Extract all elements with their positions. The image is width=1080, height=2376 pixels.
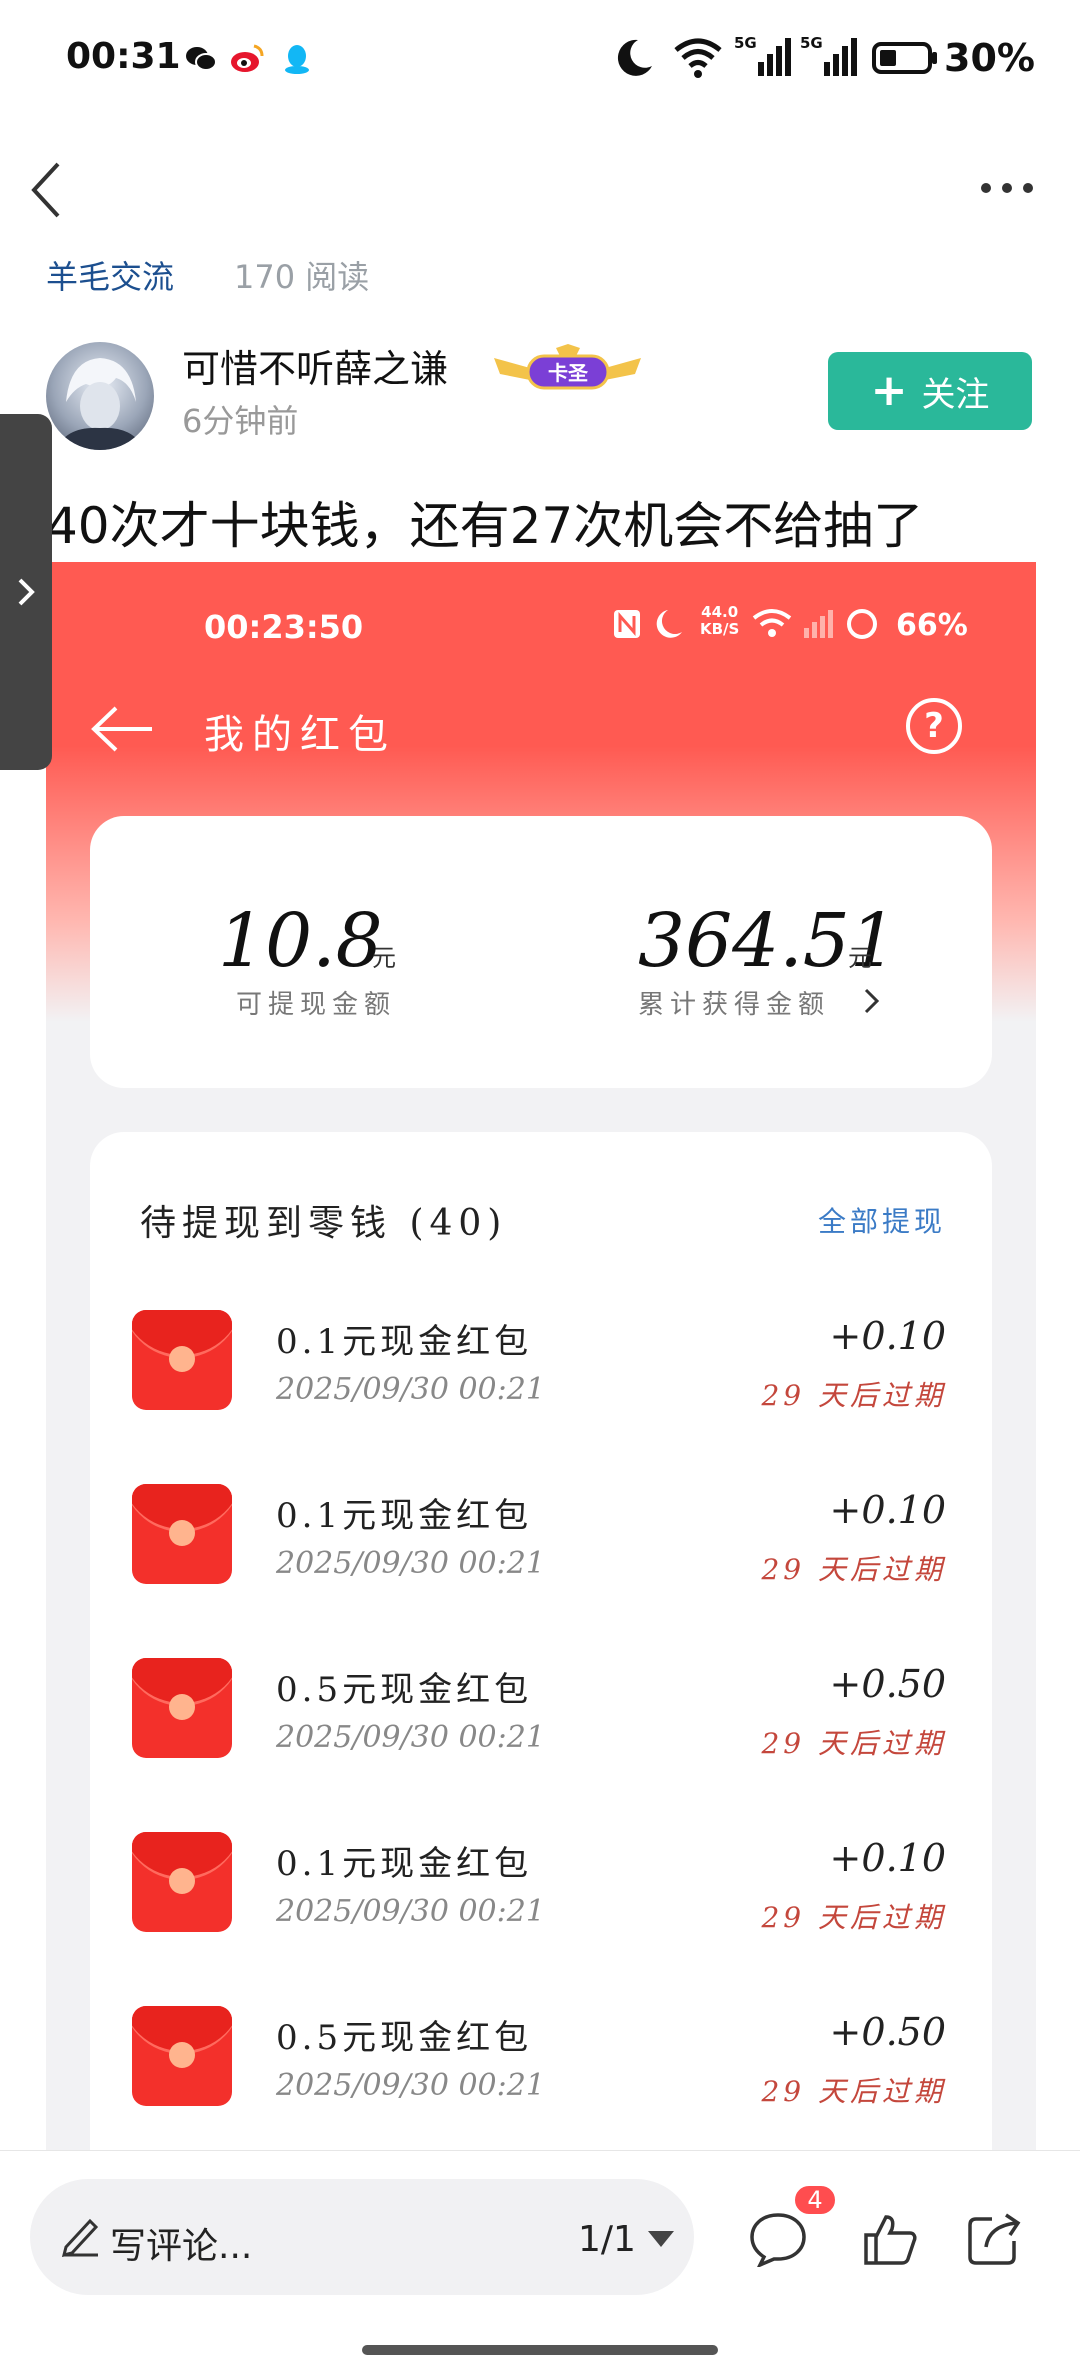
envelope-title: 0.5元现金红包 bbox=[276, 2018, 533, 2058]
inner-status-time: 00:23:50 bbox=[204, 608, 364, 646]
wifi-icon bbox=[674, 38, 722, 78]
post-time: 6分钟前 bbox=[182, 402, 299, 440]
red-envelope-icon bbox=[132, 1658, 232, 1758]
envelope-date: 2025/09/30 00:21 bbox=[276, 2068, 545, 2103]
page-indicator[interactable]: 1/1 bbox=[578, 2219, 636, 2260]
comment-placeholder: 写评论... bbox=[110, 2226, 253, 2267]
envelope-amount: +0.10 bbox=[829, 1488, 946, 1532]
envelope-date: 2025/09/30 00:21 bbox=[276, 1372, 545, 1407]
envelope-date: 2025/09/30 00:21 bbox=[276, 1546, 545, 1581]
badge-icon: 卡圣 bbox=[494, 344, 641, 390]
post-title: 40次才十块钱，还有27次机会不给抽了 bbox=[46, 497, 924, 555]
battery-icon bbox=[872, 42, 937, 74]
envelope-amount: +0.10 bbox=[829, 1836, 946, 1880]
comment-input[interactable]: 写评论... 1/1 bbox=[30, 2179, 694, 2295]
post-image[interactable]: 00:23:50 44.0 KB/S 66% 我的红包 ? 10.8 元 可提现… bbox=[46, 562, 1036, 2150]
follow-label: 关注 bbox=[921, 374, 990, 415]
envelope-row[interactable]: 0.1元现金红包 2025/09/30 00:21 +0.10 29 天后过期 bbox=[90, 1802, 992, 1978]
comment-icon[interactable] bbox=[748, 2211, 808, 2267]
svg-text:5G: 5G bbox=[800, 34, 823, 52]
envelope-expiry: 29 天后过期 bbox=[761, 1379, 946, 1412]
status-bar: 00:31 5G 5G 30% bbox=[0, 0, 1080, 120]
envelope-row[interactable]: 0.1元现金红包 2025/09/30 00:21 +0.10 29 天后过期 bbox=[90, 1454, 992, 1630]
bottom-action-bar: 写评论... 1/1 4 bbox=[0, 2150, 1080, 2376]
signal-icon-2: 5G bbox=[800, 34, 857, 76]
plus-icon: + bbox=[870, 365, 908, 416]
withdrawable-unit: 元 bbox=[372, 944, 396, 972]
chevron-right-icon[interactable] bbox=[862, 986, 882, 1016]
share-icon[interactable] bbox=[966, 2211, 1022, 2267]
envelope-title: 0.1元现金红包 bbox=[276, 1496, 533, 1536]
envelope-row[interactable]: 0.1元现金红包 2025/09/30 00:21 +0.10 29 天后过期 bbox=[90, 1280, 992, 1456]
avatar-image bbox=[56, 358, 144, 450]
signal-icon: 5G bbox=[734, 34, 791, 76]
pencil-icon bbox=[61, 2218, 99, 2257]
list-header: 待提现到零钱 (40) bbox=[140, 1203, 508, 1244]
author-name[interactable]: 可惜不听薛之谦 bbox=[182, 338, 448, 393]
envelope-title: 0.1元现金红包 bbox=[276, 1322, 533, 1362]
withdraw-all-link[interactable]: 全部提现 bbox=[818, 1200, 946, 1240]
total-earned-unit: 元 bbox=[848, 944, 872, 972]
envelope-expiry: 29 天后过期 bbox=[761, 2075, 946, 2108]
home-indicator[interactable] bbox=[362, 2345, 718, 2355]
envelope-title: 0.5元现金红包 bbox=[276, 1670, 533, 1710]
speed-value: 44.0 bbox=[701, 603, 739, 621]
more-icon[interactable] bbox=[980, 178, 1034, 198]
envelope-amount: +0.50 bbox=[829, 1662, 946, 1706]
weibo-icon bbox=[231, 44, 264, 72]
balance-summary-card: 10.8 元 可提现金额 364.51 元 累计获得金额 bbox=[90, 816, 992, 1088]
inner-status-bar: 00:23:50 44.0 KB/S 66% bbox=[46, 562, 1036, 662]
side-drawer-handle[interactable] bbox=[0, 414, 52, 770]
avatar[interactable] bbox=[46, 342, 154, 450]
inner-page-title: 我的红包 bbox=[204, 712, 396, 758]
read-count: 170 阅读 bbox=[234, 258, 370, 296]
topic-row: 羊毛交流 170 阅读 bbox=[46, 252, 369, 296]
speed-unit: KB/S bbox=[700, 620, 740, 638]
svg-text:5G: 5G bbox=[734, 34, 757, 52]
red-envelope-icon bbox=[132, 1484, 232, 1584]
help-icon[interactable]: ? bbox=[906, 698, 962, 754]
envelope-expiry: 29 天后过期 bbox=[761, 1901, 946, 1934]
envelope-amount: +0.10 bbox=[829, 1314, 946, 1358]
follow-button[interactable]: + 关注 bbox=[828, 352, 1032, 430]
wechat-icon bbox=[186, 47, 217, 71]
withdrawable-label: 可提现金额 bbox=[236, 990, 397, 1020]
envelope-title: 0.1元现金红包 bbox=[276, 1844, 533, 1884]
red-envelope-icon bbox=[132, 2006, 232, 2106]
inner-battery: 66% bbox=[896, 608, 968, 643]
comment-count-badge: 4 bbox=[792, 2183, 838, 2217]
status-time: 00:31 bbox=[66, 36, 181, 77]
envelope-amount: +0.50 bbox=[829, 2010, 946, 2054]
red-envelope-icon bbox=[132, 1832, 232, 1932]
wifi-signal-icons bbox=[752, 609, 877, 639]
envelope-row[interactable]: 0.5元现金红包 2025/09/30 00:21 +0.50 29 天后过期 bbox=[90, 1628, 992, 1804]
inner-back-icon[interactable] bbox=[90, 704, 154, 754]
nfc-moon-icons bbox=[614, 610, 682, 638]
pending-envelopes-card: 待提现到零钱 (40) 全部提现 0.1元现金红包 2025/09/30 00:2… bbox=[90, 1132, 992, 2150]
battery-percentage: 30% bbox=[944, 36, 1035, 80]
svg-text:卡圣: 卡圣 bbox=[548, 361, 589, 385]
qq-icon bbox=[285, 45, 309, 74]
envelope-date: 2025/09/30 00:21 bbox=[276, 1720, 545, 1755]
withdrawable-amount: 10.8 bbox=[218, 898, 383, 984]
red-envelope-icon bbox=[132, 1310, 232, 1410]
envelope-expiry: 29 天后过期 bbox=[761, 1727, 946, 1760]
moon-icon bbox=[617, 39, 652, 76]
network-speed: 44.0 KB/S bbox=[700, 604, 739, 638]
chevron-right-icon bbox=[18, 578, 35, 606]
envelope-row[interactable]: 0.5元现金红包 2025/09/30 00:21 +0.50 29 天后过期 bbox=[90, 1976, 992, 2150]
envelope-date: 2025/09/30 00:21 bbox=[276, 1894, 545, 1929]
back-icon[interactable] bbox=[26, 160, 66, 220]
envelope-expiry: 29 天后过期 bbox=[761, 1553, 946, 1586]
like-icon[interactable] bbox=[862, 2211, 918, 2267]
dropdown-icon[interactable] bbox=[646, 2229, 676, 2249]
total-earned-label[interactable]: 累计获得金额 bbox=[638, 984, 830, 1021]
topic-tag[interactable]: 羊毛交流 bbox=[46, 258, 174, 296]
